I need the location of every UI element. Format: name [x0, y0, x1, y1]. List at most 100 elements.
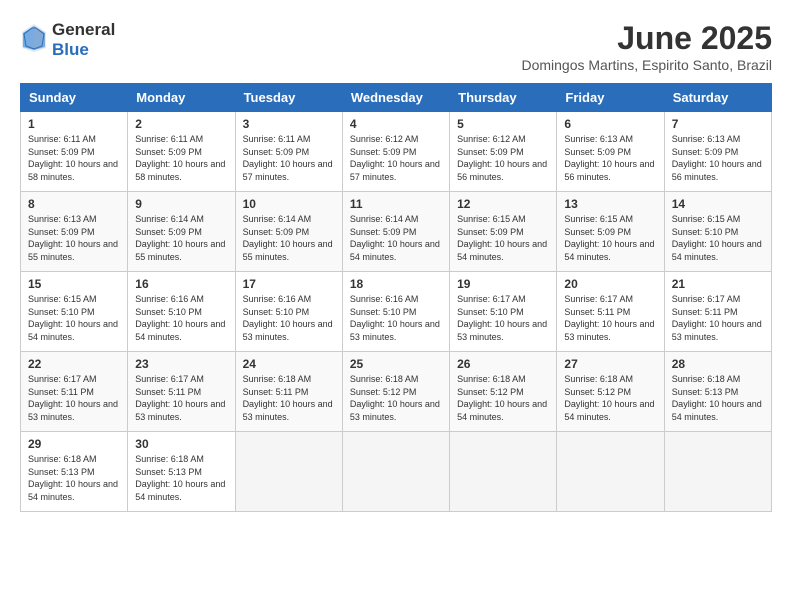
- day-number: 8: [28, 197, 120, 211]
- day-info: Sunrise: 6:16 AM Sunset: 5:10 PM Dayligh…: [243, 294, 333, 342]
- calendar-cell: 19 Sunrise: 6:17 AM Sunset: 5:10 PM Dayl…: [450, 272, 557, 352]
- day-info: Sunrise: 6:18 AM Sunset: 5:13 PM Dayligh…: [28, 454, 118, 502]
- logo-icon: [20, 22, 48, 59]
- day-number: 3: [243, 117, 335, 131]
- day-number: 5: [457, 117, 549, 131]
- day-info: Sunrise: 6:15 AM Sunset: 5:10 PM Dayligh…: [28, 294, 118, 342]
- calendar-cell: 2 Sunrise: 6:11 AM Sunset: 5:09 PM Dayli…: [128, 112, 235, 192]
- calendar-cell: 15 Sunrise: 6:15 AM Sunset: 5:10 PM Dayl…: [21, 272, 128, 352]
- header: General Blue June 2025 Domingos Martins,…: [20, 20, 772, 73]
- day-info: Sunrise: 6:18 AM Sunset: 5:12 PM Dayligh…: [564, 374, 654, 422]
- day-number: 4: [350, 117, 442, 131]
- day-number: 20: [564, 277, 656, 291]
- day-info: Sunrise: 6:14 AM Sunset: 5:09 PM Dayligh…: [135, 214, 225, 262]
- day-info: Sunrise: 6:13 AM Sunset: 5:09 PM Dayligh…: [672, 134, 762, 182]
- day-info: Sunrise: 6:15 AM Sunset: 5:09 PM Dayligh…: [564, 214, 654, 262]
- calendar-cell: 1 Sunrise: 6:11 AM Sunset: 5:09 PM Dayli…: [21, 112, 128, 192]
- calendar-cell: 8 Sunrise: 6:13 AM Sunset: 5:09 PM Dayli…: [21, 192, 128, 272]
- calendar-cell: [557, 432, 664, 512]
- day-number: 23: [135, 357, 227, 371]
- day-number: 2: [135, 117, 227, 131]
- calendar-cell: 3 Sunrise: 6:11 AM Sunset: 5:09 PM Dayli…: [235, 112, 342, 192]
- calendar-cell: 4 Sunrise: 6:12 AM Sunset: 5:09 PM Dayli…: [342, 112, 449, 192]
- col-thursday: Thursday: [450, 84, 557, 112]
- day-number: 15: [28, 277, 120, 291]
- day-info: Sunrise: 6:14 AM Sunset: 5:09 PM Dayligh…: [350, 214, 440, 262]
- calendar-cell: [342, 432, 449, 512]
- day-info: Sunrise: 6:13 AM Sunset: 5:09 PM Dayligh…: [564, 134, 654, 182]
- calendar-week-row: 15 Sunrise: 6:15 AM Sunset: 5:10 PM Dayl…: [21, 272, 772, 352]
- day-number: 7: [672, 117, 764, 131]
- calendar-cell: 5 Sunrise: 6:12 AM Sunset: 5:09 PM Dayli…: [450, 112, 557, 192]
- day-number: 19: [457, 277, 549, 291]
- day-info: Sunrise: 6:17 AM Sunset: 5:11 PM Dayligh…: [28, 374, 118, 422]
- day-number: 25: [350, 357, 442, 371]
- day-number: 28: [672, 357, 764, 371]
- calendar-cell: 28 Sunrise: 6:18 AM Sunset: 5:13 PM Dayl…: [664, 352, 771, 432]
- day-info: Sunrise: 6:17 AM Sunset: 5:11 PM Dayligh…: [135, 374, 225, 422]
- calendar-cell: 11 Sunrise: 6:14 AM Sunset: 5:09 PM Dayl…: [342, 192, 449, 272]
- calendar-cell: 29 Sunrise: 6:18 AM Sunset: 5:13 PM Dayl…: [21, 432, 128, 512]
- day-info: Sunrise: 6:11 AM Sunset: 5:09 PM Dayligh…: [28, 134, 118, 182]
- calendar-cell: 13 Sunrise: 6:15 AM Sunset: 5:09 PM Dayl…: [557, 192, 664, 272]
- day-number: 12: [457, 197, 549, 211]
- calendar-cell: 20 Sunrise: 6:17 AM Sunset: 5:11 PM Dayl…: [557, 272, 664, 352]
- calendar-week-row: 1 Sunrise: 6:11 AM Sunset: 5:09 PM Dayli…: [21, 112, 772, 192]
- calendar-cell: 6 Sunrise: 6:13 AM Sunset: 5:09 PM Dayli…: [557, 112, 664, 192]
- day-info: Sunrise: 6:11 AM Sunset: 5:09 PM Dayligh…: [243, 134, 333, 182]
- day-info: Sunrise: 6:13 AM Sunset: 5:09 PM Dayligh…: [28, 214, 118, 262]
- calendar-cell: 27 Sunrise: 6:18 AM Sunset: 5:12 PM Dayl…: [557, 352, 664, 432]
- day-number: 14: [672, 197, 764, 211]
- calendar-cell: 21 Sunrise: 6:17 AM Sunset: 5:11 PM Dayl…: [664, 272, 771, 352]
- col-friday: Friday: [557, 84, 664, 112]
- day-number: 11: [350, 197, 442, 211]
- day-info: Sunrise: 6:12 AM Sunset: 5:09 PM Dayligh…: [350, 134, 440, 182]
- col-saturday: Saturday: [664, 84, 771, 112]
- calendar-cell: 25 Sunrise: 6:18 AM Sunset: 5:12 PM Dayl…: [342, 352, 449, 432]
- day-number: 16: [135, 277, 227, 291]
- calendar-cell: 17 Sunrise: 6:16 AM Sunset: 5:10 PM Dayl…: [235, 272, 342, 352]
- calendar-cell: 16 Sunrise: 6:16 AM Sunset: 5:10 PM Dayl…: [128, 272, 235, 352]
- logo-general: General: [52, 20, 115, 39]
- location-title: Domingos Martins, Espirito Santo, Brazil: [521, 57, 772, 73]
- calendar-body: 1 Sunrise: 6:11 AM Sunset: 5:09 PM Dayli…: [21, 112, 772, 512]
- day-info: Sunrise: 6:18 AM Sunset: 5:13 PM Dayligh…: [672, 374, 762, 422]
- day-info: Sunrise: 6:15 AM Sunset: 5:10 PM Dayligh…: [672, 214, 762, 262]
- calendar-cell: [664, 432, 771, 512]
- day-number: 18: [350, 277, 442, 291]
- day-number: 29: [28, 437, 120, 451]
- logo-blue: Blue: [52, 40, 89, 59]
- col-tuesday: Tuesday: [235, 84, 342, 112]
- day-number: 21: [672, 277, 764, 291]
- calendar-cell: [235, 432, 342, 512]
- calendar-week-row: 8 Sunrise: 6:13 AM Sunset: 5:09 PM Dayli…: [21, 192, 772, 272]
- calendar-week-row: 22 Sunrise: 6:17 AM Sunset: 5:11 PM Dayl…: [21, 352, 772, 432]
- day-info: Sunrise: 6:17 AM Sunset: 5:10 PM Dayligh…: [457, 294, 547, 342]
- calendar-cell: 12 Sunrise: 6:15 AM Sunset: 5:09 PM Dayl…: [450, 192, 557, 272]
- month-title: June 2025: [521, 20, 772, 57]
- calendar-cell: 23 Sunrise: 6:17 AM Sunset: 5:11 PM Dayl…: [128, 352, 235, 432]
- logo: General Blue: [20, 20, 115, 60]
- day-info: Sunrise: 6:18 AM Sunset: 5:13 PM Dayligh…: [135, 454, 225, 502]
- col-wednesday: Wednesday: [342, 84, 449, 112]
- calendar-cell: 9 Sunrise: 6:14 AM Sunset: 5:09 PM Dayli…: [128, 192, 235, 272]
- day-info: Sunrise: 6:16 AM Sunset: 5:10 PM Dayligh…: [350, 294, 440, 342]
- day-number: 27: [564, 357, 656, 371]
- day-info: Sunrise: 6:17 AM Sunset: 5:11 PM Dayligh…: [564, 294, 654, 342]
- calendar-cell: 26 Sunrise: 6:18 AM Sunset: 5:12 PM Dayl…: [450, 352, 557, 432]
- calendar-cell: [450, 432, 557, 512]
- day-number: 10: [243, 197, 335, 211]
- day-number: 13: [564, 197, 656, 211]
- day-info: Sunrise: 6:18 AM Sunset: 5:11 PM Dayligh…: [243, 374, 333, 422]
- calendar-header-row: Sunday Monday Tuesday Wednesday Thursday…: [21, 84, 772, 112]
- calendar-table: Sunday Monday Tuesday Wednesday Thursday…: [20, 83, 772, 512]
- title-area: June 2025 Domingos Martins, Espirito San…: [521, 20, 772, 73]
- day-info: Sunrise: 6:18 AM Sunset: 5:12 PM Dayligh…: [457, 374, 547, 422]
- day-info: Sunrise: 6:17 AM Sunset: 5:11 PM Dayligh…: [672, 294, 762, 342]
- calendar-cell: 7 Sunrise: 6:13 AM Sunset: 5:09 PM Dayli…: [664, 112, 771, 192]
- col-monday: Monday: [128, 84, 235, 112]
- day-info: Sunrise: 6:11 AM Sunset: 5:09 PM Dayligh…: [135, 134, 225, 182]
- day-number: 17: [243, 277, 335, 291]
- day-number: 22: [28, 357, 120, 371]
- day-number: 1: [28, 117, 120, 131]
